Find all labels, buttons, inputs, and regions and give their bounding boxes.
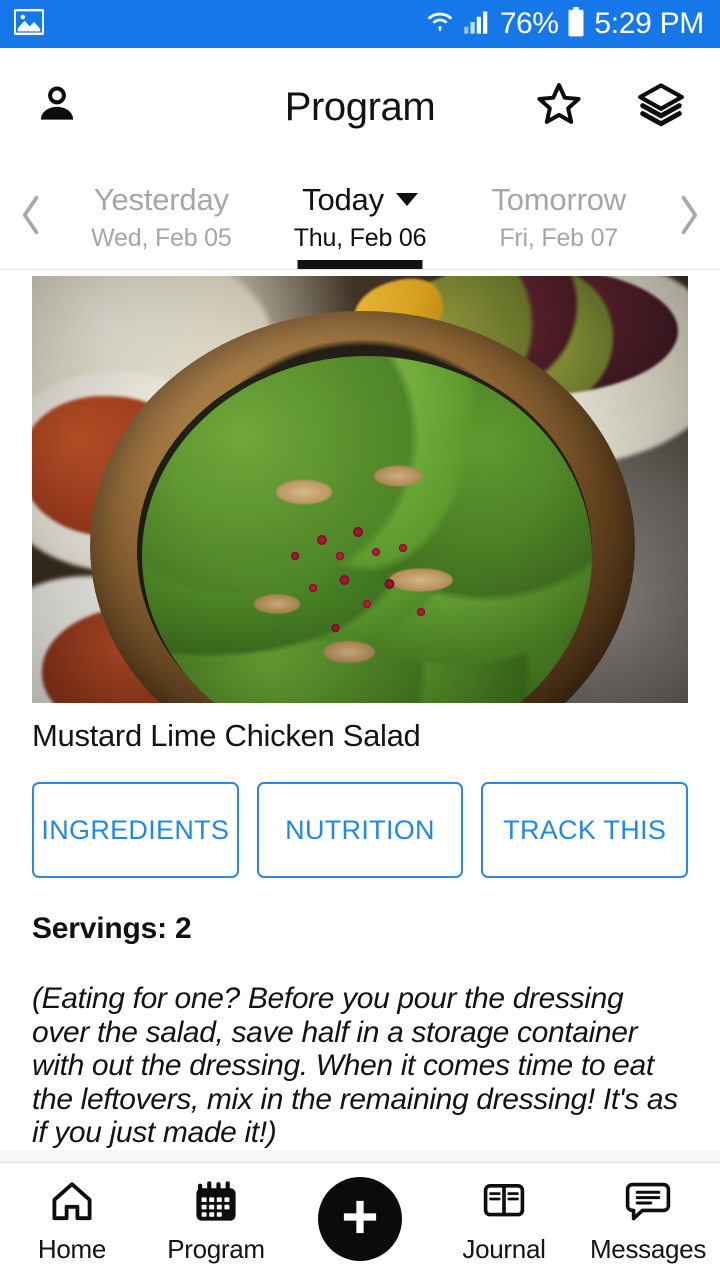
chevron-left-icon [16, 193, 46, 242]
battery-percent-label: 76% [499, 7, 559, 40]
nav-item-home[interactable]: Home [0, 1177, 144, 1262]
page-title: Program [284, 84, 436, 129]
track-this-button[interactable]: TRACK THIS [481, 782, 689, 879]
nav-item-journal[interactable]: Journal [432, 1177, 576, 1262]
nav-item-messages[interactable]: Messages [576, 1177, 720, 1262]
date-tab-yesterday-main: Yesterday [94, 181, 229, 219]
wifi-icon [426, 8, 454, 41]
recipe-note: (Eating for one? Before you pour the dre… [32, 982, 678, 1150]
recipe-action-buttons: INGREDIENTS NUTRITION TRACK THIS [32, 782, 689, 879]
date-tab-yesterday-label: Yesterday [93, 181, 229, 217]
date-tabs: Yesterday Wed, Feb 05 Today Thu, Feb 06 … [62, 166, 658, 269]
chevron-right-icon [674, 193, 704, 242]
status-bar-left [13, 8, 45, 40]
nav-label-program: Program [167, 1234, 265, 1264]
nav-label-messages: Messages [589, 1234, 707, 1264]
next-day-button[interactable] [658, 166, 720, 269]
add-entry-fab[interactable] [318, 1177, 402, 1261]
layers-icon [636, 80, 686, 135]
cell-signal-icon [463, 9, 491, 40]
date-tab-yesterday[interactable]: Yesterday Wed, Feb 05 [62, 166, 261, 269]
plus-icon [337, 1194, 383, 1245]
ingredients-button[interactable]: INGREDIENTS [32, 782, 239, 879]
nutrition-button[interactable]: NUTRITION [256, 782, 464, 879]
nav-label-home: Home [37, 1234, 107, 1264]
message-bubble-icon [623, 1177, 673, 1230]
date-tab-tomorrow-date: Fri, Feb 07 [499, 223, 619, 252]
layers-button[interactable] [632, 78, 690, 136]
date-tab-today-underline [297, 260, 423, 269]
status-bar-clock: 5:29 PM [594, 7, 704, 40]
date-tab-today-main: Today [302, 181, 418, 219]
status-bar-right: 76% 5:29 PM [426, 6, 704, 42]
date-tab-today-label: Today [302, 181, 384, 217]
bottom-nav-shadow-gap [0, 1150, 720, 1162]
date-selector-bar: Yesterday Wed, Feb 05 Today Thu, Feb 06 … [0, 166, 720, 270]
date-tab-yesterday-date: Wed, Feb 05 [91, 223, 232, 252]
date-tab-tomorrow[interactable]: Tomorrow Fri, Feb 07 [459, 166, 658, 269]
favorite-button[interactable] [530, 78, 588, 136]
servings-label: Servings: 2 [32, 912, 192, 946]
status-bar: 76% 5:29 PM [0, 0, 720, 48]
image-icon [13, 8, 45, 40]
bottom-navigation: Home Program Journal Messages [0, 1162, 720, 1280]
date-tab-today[interactable]: Today Thu, Feb 06 [261, 166, 460, 269]
recipe-title: Mustard Lime Chicken Salad [32, 717, 421, 753]
date-tab-today-date: Thu, Feb 06 [293, 223, 427, 252]
nav-item-program[interactable]: Program [144, 1177, 288, 1262]
date-tab-tomorrow-label: Tomorrow [491, 181, 626, 217]
app-root: 76% 5:29 PM Program Yesterday Wed, Feb 0… [0, 0, 720, 1280]
chevron-down-icon[interactable] [395, 193, 418, 207]
star-outline-icon [534, 80, 584, 135]
nav-label-journal: Journal [462, 1234, 546, 1264]
previous-day-button[interactable] [0, 166, 62, 269]
battery-icon [567, 6, 585, 42]
photo-vignette [32, 276, 688, 703]
person-icon [34, 81, 80, 134]
home-icon [47, 1177, 97, 1230]
book-icon [479, 1177, 529, 1230]
meal-photo[interactable] [32, 276, 688, 703]
meal-content: Mustard Lime Chicken Salad INGREDIENTS N… [0, 270, 720, 1162]
date-tab-tomorrow-main: Tomorrow [491, 181, 626, 219]
profile-button[interactable] [28, 78, 86, 136]
app-bar: Program [0, 48, 720, 166]
calendar-icon [191, 1177, 241, 1230]
